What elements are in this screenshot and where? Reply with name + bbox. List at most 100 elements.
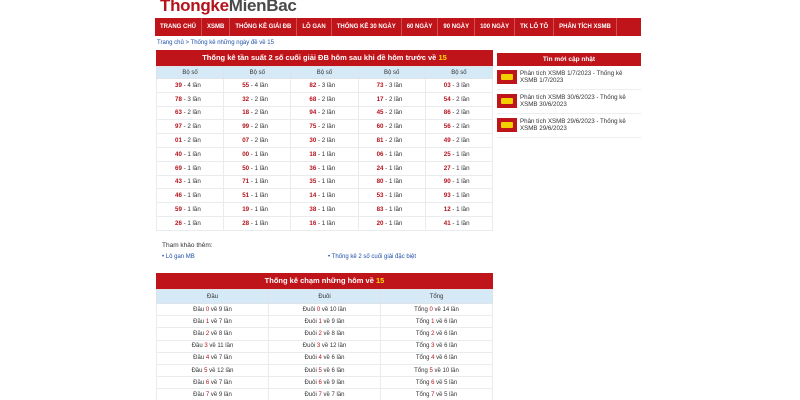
news-thumbnail-icon[interactable] xyxy=(497,94,517,108)
touch-cell-suffix: về 5 lần xyxy=(434,391,458,398)
touch-cell-suffix: về 8 lần xyxy=(321,330,345,337)
touch-title-text: Thống kê chạm những hôm về xyxy=(264,276,374,285)
frequency-number[interactable]: 78 xyxy=(175,96,182,103)
frequency-count: - 3 lần xyxy=(383,81,403,89)
news-item-text[interactable]: Phân tích XSMB 30/6/2023 - Thống kê XSMB… xyxy=(520,94,641,109)
frequency-table: Bộ số Bộ số Bộ số Bộ số Bộ số 39 - 4 lần… xyxy=(155,66,494,231)
frequency-count: - 1 lần xyxy=(450,164,470,172)
news-item[interactable]: Phân tích XSMB 30/6/2023 - Thống kê XSMB… xyxy=(497,90,641,114)
frequency-count: - 1 lần xyxy=(249,164,268,172)
frequency-count: - 4 lần xyxy=(181,81,201,89)
frequency-count: - 1 lần xyxy=(316,206,336,214)
news-item[interactable]: Phân tích XSMB 1/7/2023 - Thống kê XSMB … xyxy=(497,66,641,90)
site-logo[interactable]: ThongkeMienBac xyxy=(160,0,297,16)
frequency-col-header: Bộ số xyxy=(290,66,359,79)
frequency-count: - 1 lần xyxy=(450,178,470,186)
frequency-count: - 1 lần xyxy=(383,206,403,214)
reference-link-thong-ke-2-so[interactable]: • Thống kê 2 số cuối giải đặc biệt xyxy=(328,254,416,260)
frequency-number[interactable]: 46 xyxy=(175,192,182,199)
reference-link-lo-gan-text[interactable]: Lô gan MB xyxy=(166,254,195,260)
touch-cell-suffix: về 9 lần xyxy=(321,379,345,386)
frequency-number[interactable]: 97 xyxy=(175,123,182,130)
frequency-cell: 18 - 1 lần xyxy=(290,146,359,162)
frequency-row: 97 - 2 lần 99 - 2 lần 75 - 2 lần 60 - 2 lần… xyxy=(155,119,494,135)
touch-cell-prefix: Đuôi xyxy=(304,367,319,374)
nav-90-ngay[interactable]: 90 NGÀY xyxy=(438,18,476,36)
frequency-cell: 80 - 1 lần xyxy=(357,174,426,190)
frequency-count: - 2 lần xyxy=(450,109,470,117)
nav-lo-gan[interactable]: LÔ GAN xyxy=(297,18,332,36)
frequency-count: - 3 lần xyxy=(316,81,336,89)
frequency-cell: 82 - 3 lần xyxy=(290,78,359,93)
frequency-number[interactable]: 86 xyxy=(444,109,451,116)
frequency-count: - 4 lần xyxy=(249,81,268,89)
frequency-row: 78 - 3 lần 32 - 2 lần 68 - 2 lần 17 - 2 lần… xyxy=(155,91,494,107)
frequency-number[interactable]: 63 xyxy=(175,109,182,116)
touch-cell: Đầu 3 về 11 lần xyxy=(156,339,269,353)
frequency-number[interactable]: 01 xyxy=(175,137,182,144)
nav-phan-tich-xsmb[interactable]: PHÂN TÍCH XSMB xyxy=(554,18,617,36)
nav-60-ngay[interactable]: 60 NGÀY xyxy=(402,18,439,36)
frequency-number[interactable]: 03 xyxy=(444,82,451,89)
frequency-count: - 1 lần xyxy=(316,150,336,158)
nav-xsmb[interactable]: XSMB xyxy=(202,18,231,36)
touch-table: Đầu Đuôi Tổng Đầu 0 về 9 lần Đuôi 0 về 10… xyxy=(156,289,493,400)
frequency-number[interactable]: 43 xyxy=(175,178,182,185)
touch-cell: Tổng 4 về 6 lần xyxy=(380,351,493,365)
frequency-number[interactable]: 49 xyxy=(444,137,451,144)
touch-cell-prefix: Đuôi xyxy=(304,330,319,337)
nav-trang-chu[interactable]: TRANG CHỦ xyxy=(155,18,202,36)
touch-cell-prefix: Đuôi xyxy=(302,343,317,350)
frequency-number[interactable]: 93 xyxy=(444,192,451,199)
frequency-cell: 56 - 2 lần xyxy=(424,119,494,135)
nav-thong-ke-30-ngay[interactable]: THỐNG KÊ 30 NGÀY xyxy=(332,18,402,36)
frequency-cell: 00 - 1 lần xyxy=(223,146,292,162)
touch-cell: Đầu 0 về 9 lần xyxy=(156,302,269,317)
frequency-count: - 2 lần xyxy=(316,123,336,131)
frequency-number[interactable]: 25 xyxy=(444,151,451,158)
frequency-number[interactable]: 90 xyxy=(444,178,451,185)
frequency-number[interactable]: 12 xyxy=(444,206,451,213)
touch-cell-prefix: Đầu xyxy=(193,391,206,398)
frequency-cell: 30 - 2 lần xyxy=(290,133,359,148)
touch-cell-suffix: về 14 lần xyxy=(432,306,459,313)
frequency-row: 69 - 1 lần 50 - 1 lần 36 - 1 lần 24 - 1 lần… xyxy=(155,160,494,176)
breadcrumb: Trang chủ > Thống kê những ngày đề về 15 xyxy=(157,40,274,46)
touch-cell-suffix: về 8 lần xyxy=(209,330,232,337)
touch-cell-suffix: về 7 lần xyxy=(209,355,232,362)
news-item[interactable]: Phân tích XSMB 29/6/2023 - Thống kê XSMB… xyxy=(497,114,641,138)
frequency-number[interactable]: 59 xyxy=(175,206,182,213)
news-item-text[interactable]: Phân tích XSMB 29/6/2023 - Thống kê XSMB… xyxy=(520,118,641,133)
frequency-count: - 1 lần xyxy=(316,219,336,227)
breadcrumb-home[interactable]: Trang chủ xyxy=(157,40,184,46)
frequency-cell: 35 - 1 lần xyxy=(290,174,359,190)
breadcrumb-current[interactable]: Thống kê những ngày đề về 15 xyxy=(191,40,274,46)
frequency-number[interactable]: 27 xyxy=(444,165,451,172)
frequency-number[interactable]: 26 xyxy=(175,220,182,227)
nav-thong-ke-giai-db[interactable]: THỐNG KÊ GIẢI ĐB xyxy=(230,18,298,36)
frequency-number[interactable]: 39 xyxy=(175,82,182,89)
frequency-row: 40 - 1 lần 00 - 1 lần 18 - 1 lần 06 - 1 lần… xyxy=(155,146,494,162)
frequency-count: - 1 lần xyxy=(181,178,201,186)
frequency-number[interactable]: 54 xyxy=(444,96,451,103)
frequency-cell: 45 - 2 lần xyxy=(357,105,426,121)
touch-cell-prefix: Tổng xyxy=(414,306,430,313)
news-item-text[interactable]: Phân tích XSMB 1/7/2023 - Thống kê XSMB … xyxy=(520,70,641,85)
frequency-number[interactable]: 40 xyxy=(175,151,182,158)
news-thumbnail-icon[interactable] xyxy=(497,118,517,132)
touch-cell-prefix: Đầu xyxy=(191,367,205,374)
reference-link-lo-gan[interactable]: • Lô gan MB xyxy=(162,254,195,260)
frequency-count: - 2 lần xyxy=(450,123,470,131)
frequency-number[interactable]: 41 xyxy=(444,220,451,227)
frequency-number[interactable]: 69 xyxy=(175,165,182,172)
frequency-count: - 2 lần xyxy=(249,137,268,145)
touch-cell-suffix: về 12 lần xyxy=(320,343,347,350)
frequency-number[interactable]: 56 xyxy=(444,123,451,130)
frequency-cell: 68 - 2 lần xyxy=(290,91,359,107)
frequency-cell: 19 - 1 lần xyxy=(223,202,292,217)
nav-100-ngay[interactable]: 100 NGÀY xyxy=(475,18,516,36)
touch-cell-prefix: Tổng xyxy=(414,367,430,374)
reference-link-thong-ke-2-so-text[interactable]: Thống kê 2 số cuối giải đặc biệt xyxy=(332,254,416,260)
news-thumbnail-icon[interactable] xyxy=(497,70,517,84)
nav-tk-lo-to[interactable]: TK LÔ TÔ xyxy=(515,18,555,36)
